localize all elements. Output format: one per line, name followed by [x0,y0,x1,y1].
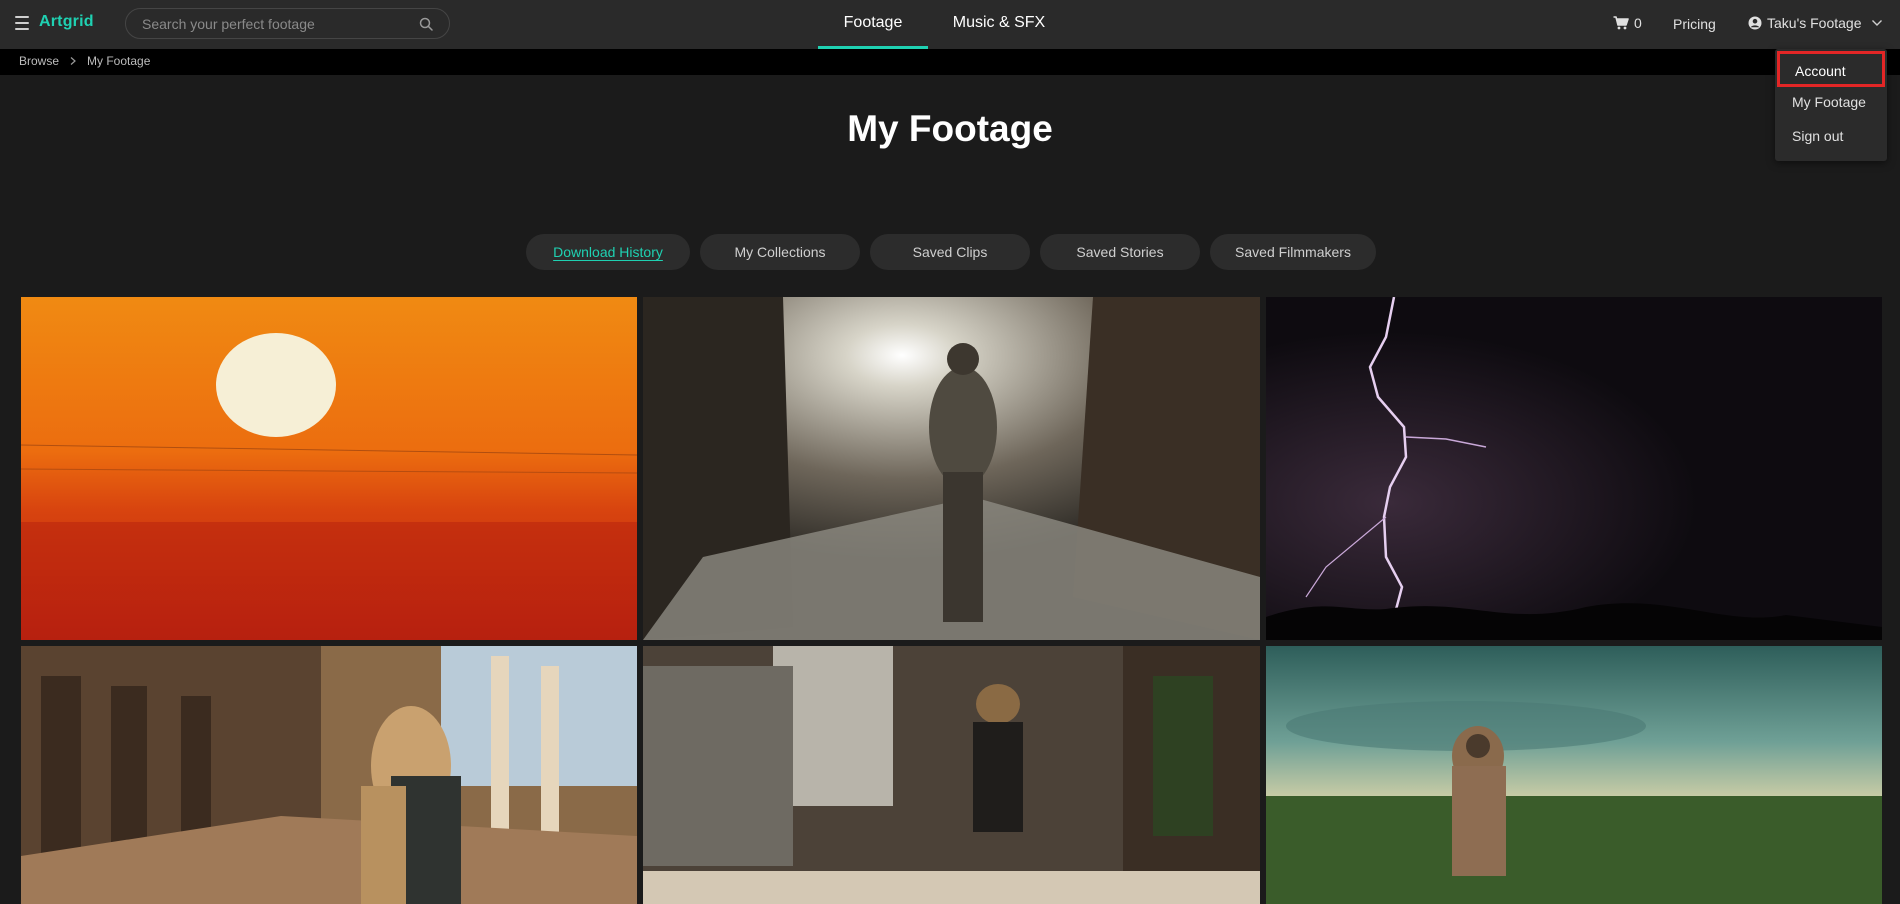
search-box [125,8,450,39]
clip-thumbnail-field-walk[interactable] [1266,646,1882,904]
breadcrumb-bar: Browse My Footage [0,49,1900,75]
cart-count: 0 [1634,15,1642,31]
city-street-thumbnail-image [643,646,1260,904]
tab-music-sfx[interactable]: Music & SFX [940,0,1058,49]
breadcrumb-my-footage[interactable]: My Footage [87,54,150,68]
tab-footage[interactable]: Footage [818,0,928,49]
dropdown-item-sign-out[interactable]: Sign out [1792,128,1843,144]
artgrid-logo[interactable]: Artgrid [39,13,94,31]
sunset-thumbnail-image [21,297,637,640]
dropdown-item-account[interactable]: Account [1777,51,1885,87]
page-title: My Footage [847,108,1053,149]
hamburger-menu-icon[interactable] [15,16,29,30]
clip-thumbnail-lightning[interactable] [1266,297,1882,640]
dropdown-item-my-footage[interactable]: My Footage [1792,94,1866,110]
chevron-right-icon [70,57,76,65]
lightning-thumbnail-image [1266,297,1882,640]
search-icon[interactable] [419,17,433,31]
pricing-link[interactable]: Pricing [1673,16,1716,32]
account-name: Taku's Footage [1767,15,1862,31]
account-dropdown-menu: Account My Footage Sign out [1775,49,1887,161]
cart-icon [1613,16,1629,30]
cart-button[interactable]: 0 [1613,15,1642,31]
search-input[interactable] [142,9,412,38]
arcade-thumbnail-image [21,646,637,904]
footage-subtabs: Download History My Collections Saved Cl… [526,234,1376,270]
tab-my-collections[interactable]: My Collections [700,234,860,270]
tab-saved-filmmakers[interactable]: Saved Filmmakers [1210,234,1376,270]
tab-download-history[interactable]: Download History [526,234,690,270]
clip-thumbnail-sunset[interactable] [21,297,637,640]
clip-thumbnail-curly-hair-walk[interactable] [643,646,1260,904]
clip-thumbnail-street-walk[interactable] [643,297,1260,640]
field-thumbnail-image [1266,646,1882,904]
street-thumbnail-image [643,297,1260,640]
breadcrumb: Browse My Footage [19,54,150,68]
tab-saved-clips[interactable]: Saved Clips [870,234,1030,270]
chevron-down-icon [1871,20,1882,26]
clip-thumbnail-arcade-walk[interactable] [21,646,637,904]
account-menu-button[interactable]: Taku's Footage [1748,15,1883,31]
top-navigation-bar: Artgrid Footage Music & SFX 0 Pricing Ta… [0,0,1900,49]
breadcrumb-browse[interactable]: Browse [19,54,59,68]
user-circle-icon [1748,16,1762,30]
tab-saved-stories[interactable]: Saved Stories [1040,234,1200,270]
